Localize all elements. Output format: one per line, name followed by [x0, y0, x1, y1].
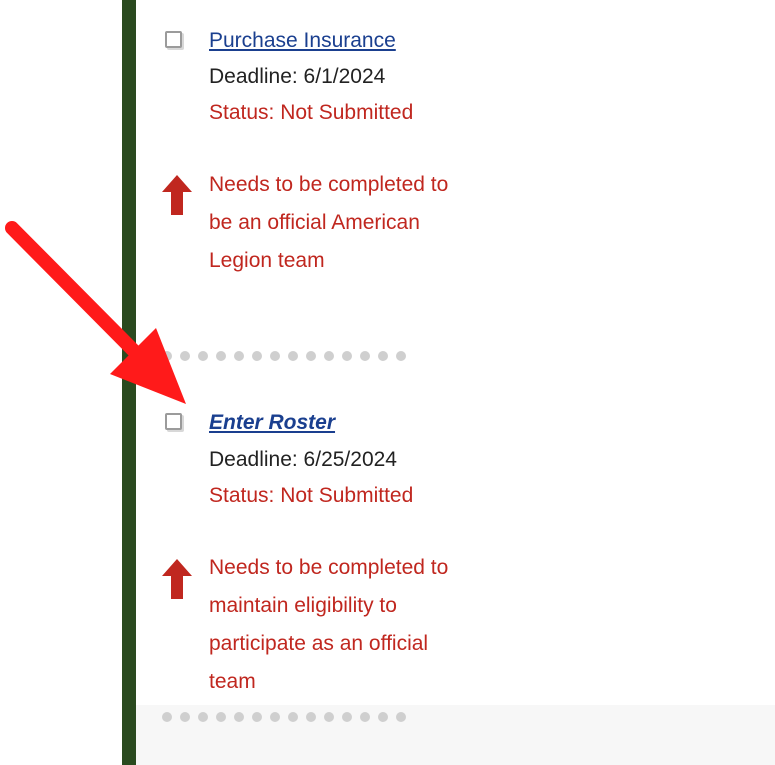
task-link-purchase-insurance[interactable]: Purchase Insurance [209, 29, 396, 53]
task-status: Status: Not Submitted [209, 101, 414, 124]
red-up-arrow-icon [162, 175, 192, 215]
task-deadline: Deadline: 6/1/2024 [209, 65, 386, 88]
task-status: Status: Not Submitted [209, 484, 414, 507]
task-link-enter-roster[interactable]: Enter Roster [209, 411, 335, 435]
red-up-arrow-icon [162, 559, 192, 599]
task-checkbox-purchase-insurance[interactable] [165, 31, 182, 48]
dotted-separator [162, 351, 406, 361]
task-requirement-note: Needs to be completed to be an official … [209, 173, 449, 272]
task-checkbox-enter-roster[interactable] [165, 413, 182, 430]
task-deadline: Deadline: 6/25/2024 [209, 448, 397, 471]
task-requirement-note: Needs to be completed to maintain eligib… [209, 556, 449, 693]
dotted-separator [162, 712, 406, 722]
sidebar-accent-bar [122, 0, 136, 765]
